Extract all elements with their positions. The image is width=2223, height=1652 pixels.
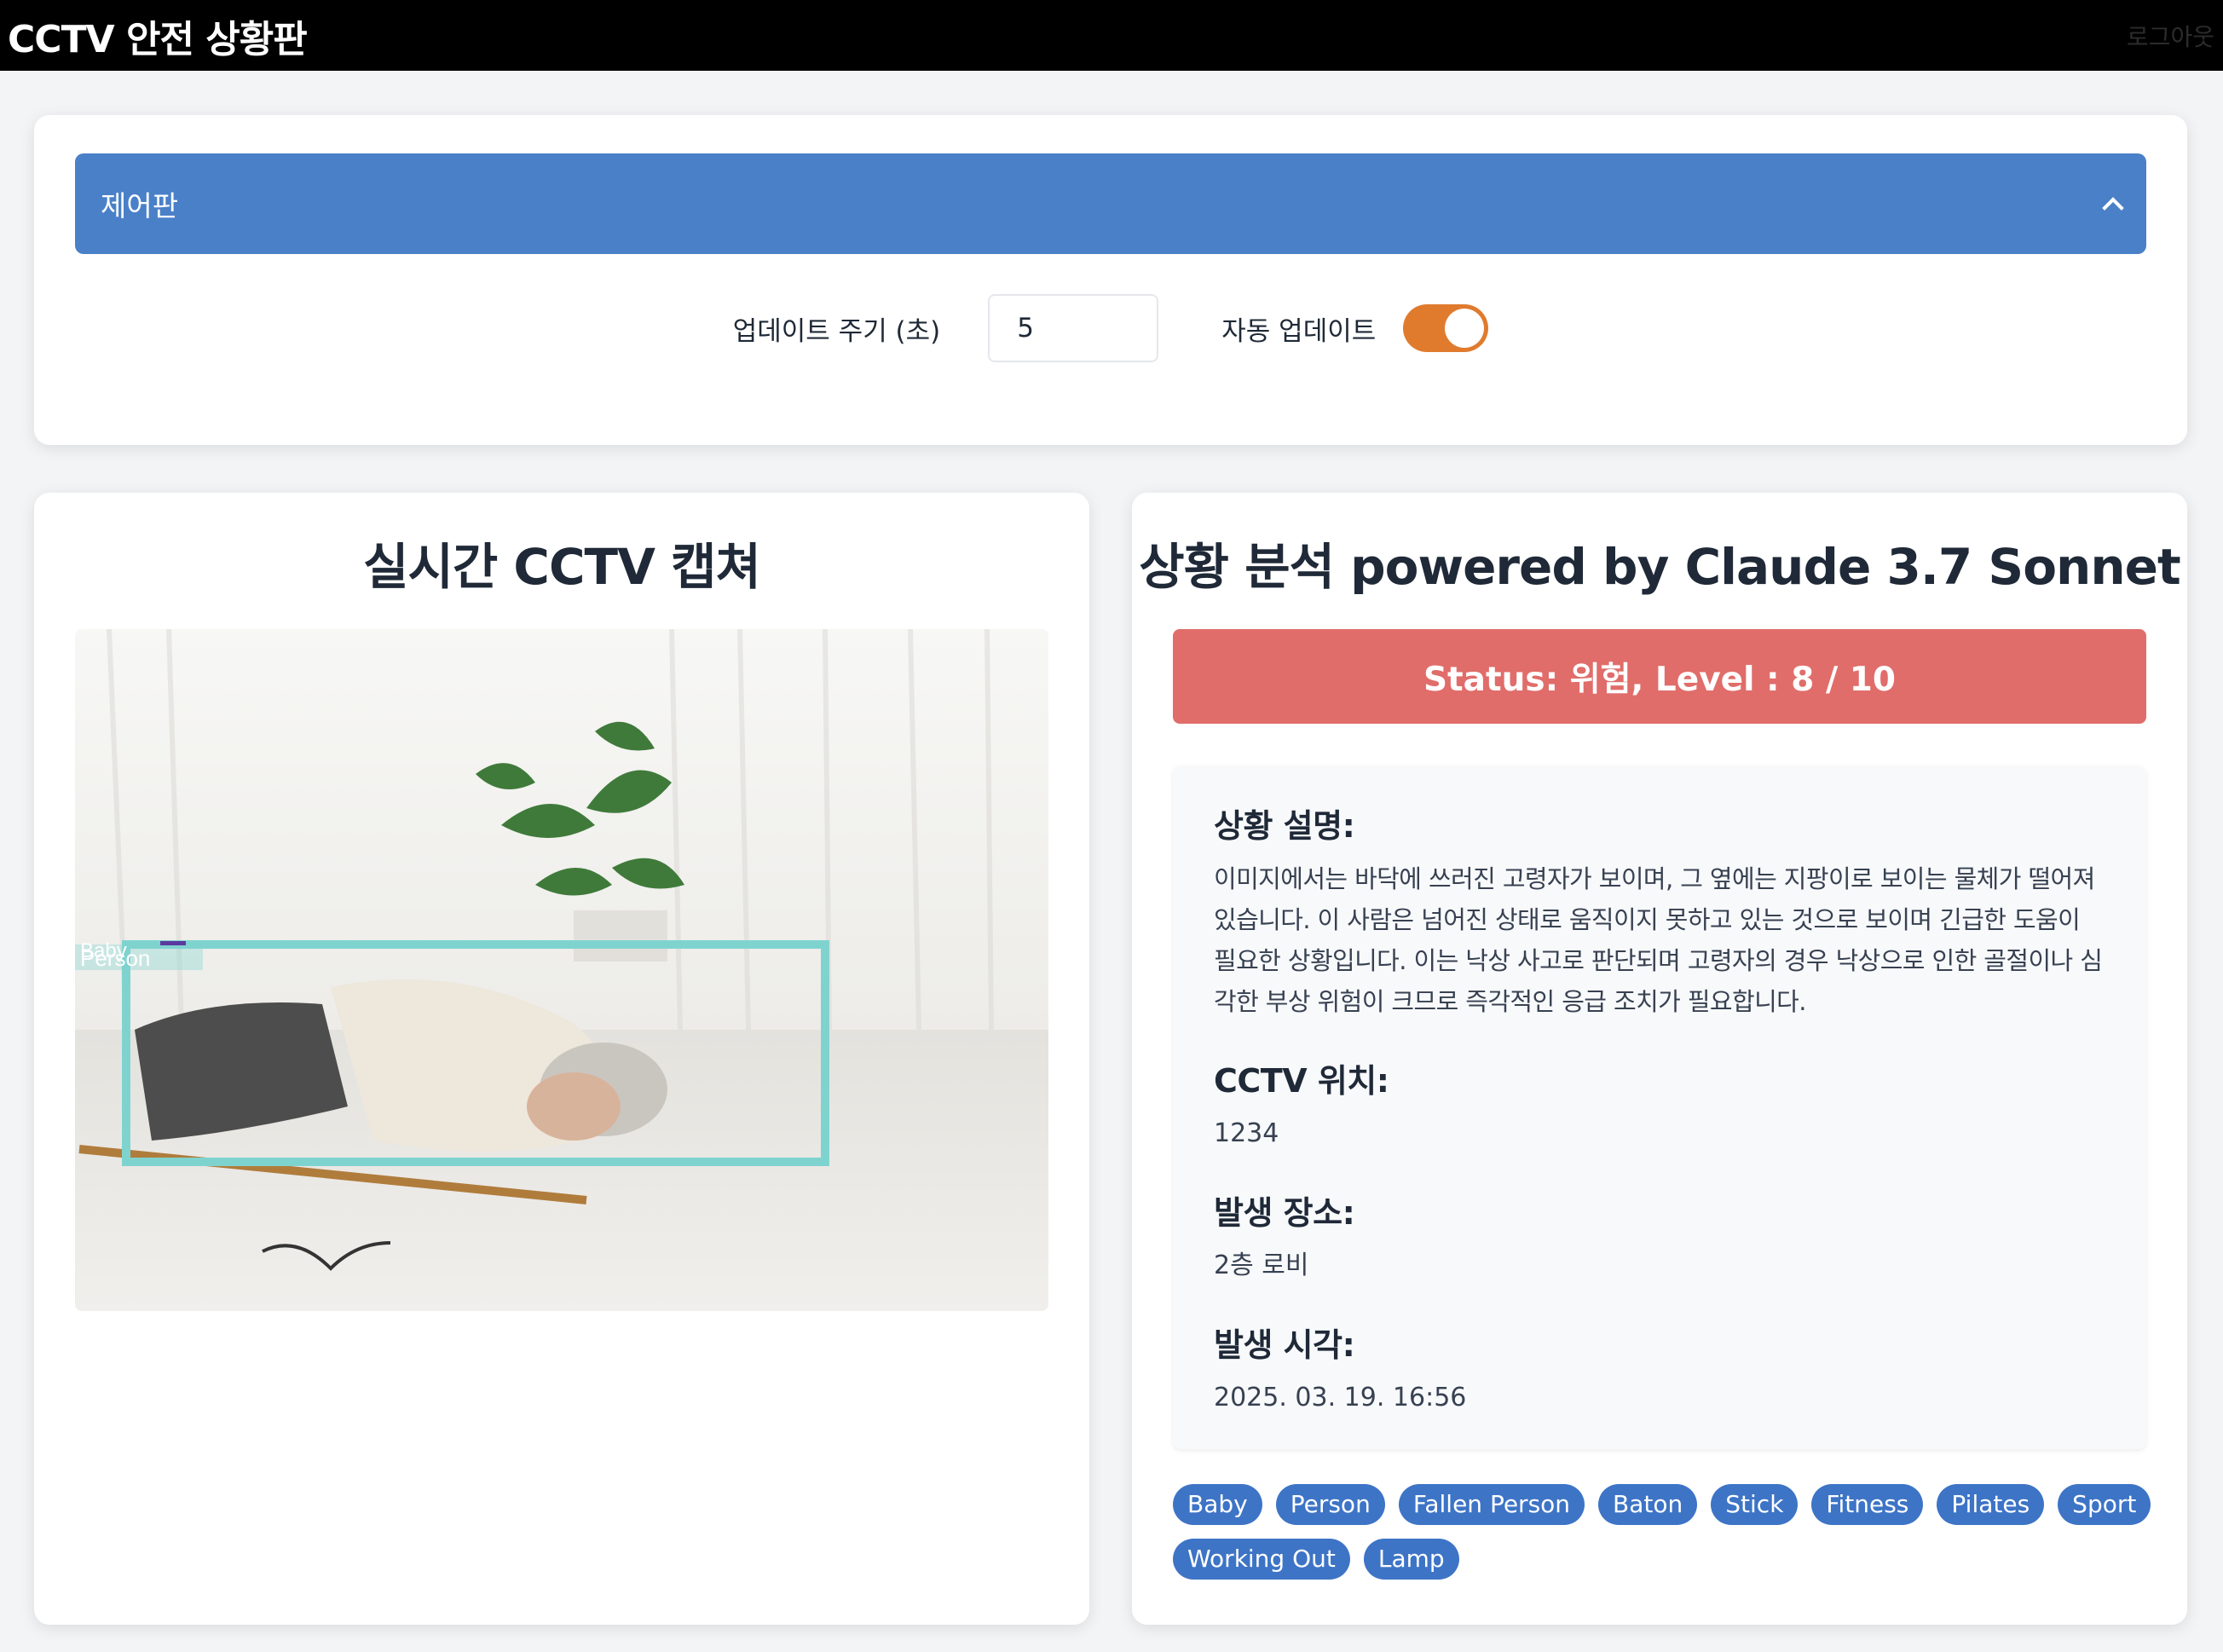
tag-baton[interactable]: Baton — [1598, 1484, 1698, 1525]
analysis-title: 상황 분석 powered by Claude 3.7 Sonnet — [1139, 538, 2180, 596]
tag-pilates[interactable]: Pilates — [1937, 1484, 2045, 1525]
toggle-knob — [1445, 309, 1485, 348]
tag-baby[interactable]: Baby — [1173, 1484, 1262, 1525]
chevron-up-icon — [2102, 197, 2124, 219]
tag-person[interactable]: Person — [1275, 1484, 1385, 1525]
control-panel-header[interactable]: 제어판 — [75, 153, 2146, 254]
analysis-panel: 상황 분석 powered by Claude 3.7 Sonnet Statu… — [1132, 493, 2187, 1625]
auto-update-toggle[interactable] — [1403, 304, 1489, 352]
logout-button[interactable]: 로그아웃 — [2127, 19, 2214, 53]
tag-sport[interactable]: Sport — [2058, 1484, 2151, 1525]
place-heading: 발생 장소: — [1214, 1194, 1355, 1232]
description-text: 이미지에서는 바닥에 쓰러진 고령자가 보이며, 그 옆에는 지팡이로 보이는 … — [1214, 864, 2103, 1016]
cctv-scene: Baby Person — [75, 629, 1048, 1311]
control-row: 업데이트 주기 (초) 자동 업데이트 — [34, 294, 2187, 362]
control-panel: 제어판 업데이트 주기 (초) 자동 업데이트 — [34, 115, 2187, 445]
cctv-image: Baby Person — [75, 629, 1048, 1311]
cctv-location-value: 1234 — [1214, 1118, 1279, 1148]
auto-update-label: 자동 업데이트 — [1221, 315, 1377, 347]
time-value: 2025. 03. 19. 16:56 — [1214, 1383, 1467, 1412]
tag-fallen-person[interactable]: Fallen Person — [1398, 1484, 1585, 1525]
interval-label: 업데이트 주기 (초) — [732, 315, 941, 347]
place-value: 2층 로비 — [1214, 1251, 1309, 1280]
details-box: 상황 설명: 이미지에서는 바닥에 쓰러진 고령자가 보이며, 그 옆에는 지팡… — [1173, 765, 2146, 1449]
app-title: CCTV 안전 상황판 — [8, 17, 308, 61]
capture-panel: 실시간 CCTV 캡쳐 Baby Person — [34, 493, 1089, 1625]
interval-input[interactable] — [988, 294, 1159, 362]
control-panel-title: 제어판 — [101, 189, 179, 222]
description-heading: 상황 설명: — [1214, 807, 1355, 845]
detection-label-person: Person — [80, 945, 150, 971]
tag-fitness[interactable]: Fitness — [1811, 1484, 1924, 1525]
tag-lamp[interactable]: Lamp — [1363, 1539, 1459, 1580]
capture-title: 실시간 CCTV 캡쳐 — [363, 538, 761, 596]
status-banner: Status: 위험, Level : 8 / 10 — [1173, 629, 2146, 724]
tag-working-out[interactable]: Working Out — [1173, 1539, 1350, 1580]
top-bar: CCTV 안전 상황판 로그아웃 — [0, 0, 2223, 71]
tag-stick[interactable]: Stick — [1711, 1484, 1799, 1525]
tag-list: Baby Person Fallen Person Baton Stick Fi… — [1173, 1484, 2153, 1580]
time-heading: 발생 시각: — [1214, 1326, 1355, 1364]
cctv-location-heading: CCTV 위치: — [1214, 1062, 1389, 1100]
